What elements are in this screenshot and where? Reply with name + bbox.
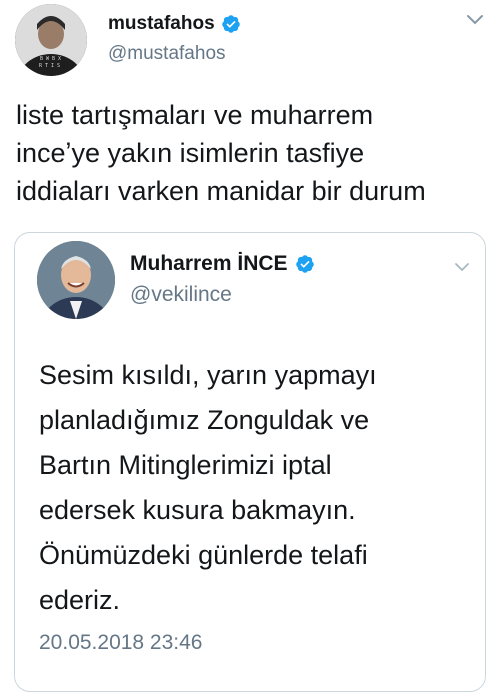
display-name[interactable]: mustafahos <box>108 13 215 35</box>
quoted-handle[interactable]: @vekilince <box>130 283 232 307</box>
quoted-tweet-text: Sesim kısıldı, yarın yapmayı planladığım… <box>39 360 377 615</box>
verified-badge-icon <box>221 15 240 33</box>
svg-text:B W B X: B W B X <box>40 56 61 62</box>
quoted-tweet-card[interactable]: Muharrem İNCE @vekilince Sesim kısıldı, … <box>14 232 486 692</box>
svg-text:R T I S: R T I S <box>39 63 60 69</box>
profile-photo-icon: B W B X R T I S <box>15 4 87 76</box>
quoted-display-name[interactable]: Muharrem İNCE <box>130 252 288 276</box>
chevron-down-icon[interactable] <box>466 14 484 26</box>
quoted-avatar[interactable] <box>37 241 115 319</box>
avatar[interactable]: B W B X R T I S <box>15 4 87 76</box>
tweet: B W B X R T I S mustafahos @mustafahos l… <box>0 0 504 692</box>
chevron-down-icon[interactable] <box>454 262 470 273</box>
quoted-display-name-row[interactable]: Muharrem İNCE <box>130 252 315 276</box>
verified-badge-icon <box>295 255 314 273</box>
handle[interactable]: @mustafahos <box>108 43 226 65</box>
quoted-timestamp[interactable]: 20.05.2018 23:46 <box>39 631 203 655</box>
profile-photo-icon <box>37 241 115 319</box>
display-name-row[interactable]: mustafahos <box>108 13 241 35</box>
tweet-text: liste tartışmaları ve muharrem inceʼye y… <box>16 100 426 206</box>
